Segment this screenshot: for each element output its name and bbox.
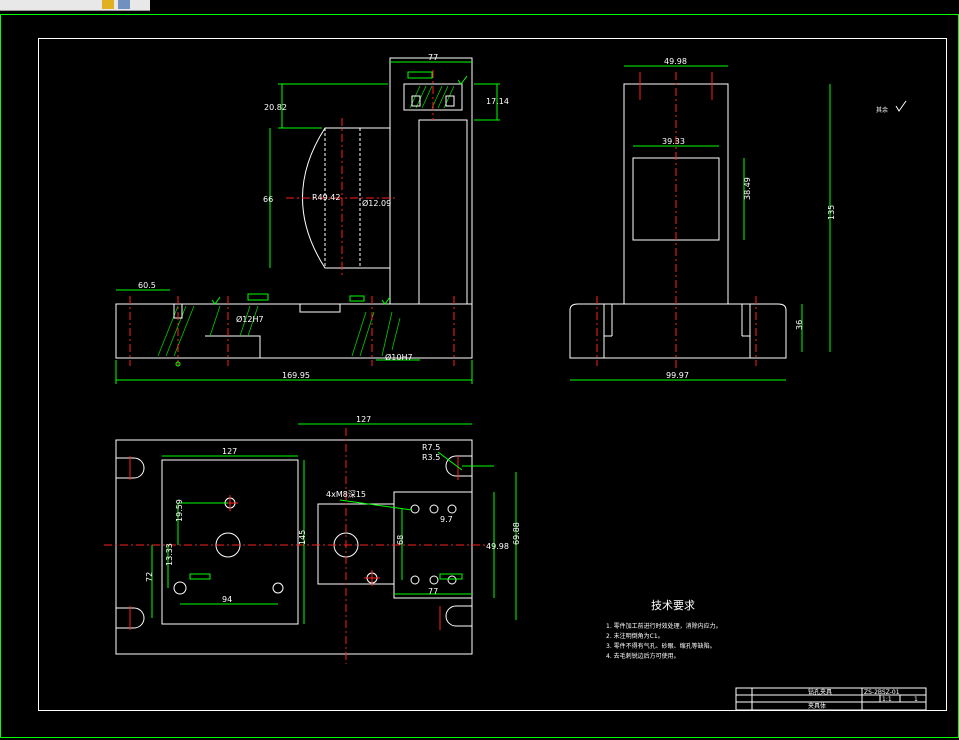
- tech-req-title: 技术要求: [651, 599, 695, 612]
- technical-requirements: 技术要求 1. 零件加工前进行时效处理，消除内应力。 2. 未注明倒角为C1。 …: [606, 599, 722, 660]
- dim-side-base-width: 99.97: [666, 371, 689, 380]
- title-block-sheet: 1: [914, 696, 918, 703]
- dim-top-hole-spacing: 9.7: [440, 515, 453, 524]
- dim-top-plate-height: 68: [396, 535, 405, 545]
- top-center-block: [317, 503, 395, 585]
- side-base: [569, 303, 787, 359]
- title-block: 钻孔夹具 ZS-2BSZ-01 夹具体 1:1 1: [735, 687, 927, 711]
- cad-drawing-canvas[interactable]: 77 20.82 17.14 66 R49.42 Ø12.09 60.5 Ø12…: [0, 0, 959, 740]
- dim-top-right: 69.88: [512, 522, 521, 545]
- dim-top-y2: 13.33: [165, 543, 174, 566]
- front-base: [115, 303, 473, 359]
- roughness-note: 其余: [876, 106, 888, 114]
- dim-top-y1: 19.59: [175, 499, 184, 522]
- tech-req-item: 3. 零件不得有气孔、砂眼、缩孔等缺陷。: [606, 642, 716, 650]
- front-view: 77 20.82 17.14 66 R49.42 Ø12.09 60.5 Ø12…: [115, 53, 509, 384]
- dim-side-inner-height: 38.49: [743, 177, 752, 200]
- dim-top-y3: 72: [145, 572, 154, 582]
- side-view: 49.98 39.33 38.49 135 36 99.97: [569, 57, 836, 381]
- dim-top-length: 127: [356, 415, 371, 424]
- dim-top-thread: 4xM8深15: [326, 490, 366, 499]
- dim-side-base-height: 36: [795, 320, 804, 330]
- tech-req-item: 4. 去毛刺锐边后方可使用。: [606, 652, 680, 660]
- roughness-symbol-icon: [895, 100, 907, 112]
- top-view: 127 127 R7.5 R3.5 4xM8深15 9.7 19.59 13.3…: [104, 415, 521, 664]
- dim-front-body-height: 66: [263, 195, 273, 204]
- dim-side-inner-width: 39.33: [662, 137, 685, 146]
- dim-top-r1: R7.5: [422, 443, 440, 452]
- dim-front-right-height: 17.14: [486, 97, 509, 106]
- dim-top-inner-length: 127: [222, 447, 237, 456]
- title-block-scale: 1:1: [882, 696, 892, 703]
- dim-top-plate-width: 49.98: [486, 542, 509, 551]
- dim-top-r2: R3.5: [422, 453, 440, 462]
- dim-front-top-width: 77: [428, 53, 438, 62]
- dim-side-top-width: 49.98: [664, 57, 687, 66]
- inner-frame: [38, 38, 947, 711]
- dim-top-width: 145: [298, 530, 307, 545]
- front-post-inner: [418, 119, 468, 305]
- dim-front-head-height: 20.82: [264, 103, 287, 112]
- title-block-drawing-no: ZS-2BSZ-01: [864, 689, 900, 696]
- dim-front-bottom-hole: Ø10H7: [385, 352, 413, 362]
- dim-front-radius: R49.42: [312, 193, 340, 202]
- dim-top-plate-len: 77: [428, 587, 438, 596]
- tech-req-item: 1. 零件加工前进行时效处理，消除内应力。: [606, 622, 722, 630]
- title-block-name: 钻孔夹具: [808, 688, 832, 696]
- dim-front-left-flange: 60.5: [138, 281, 156, 290]
- dim-front-total-width: 169.95: [282, 371, 310, 380]
- dim-front-pin-fit: Ø12H7: [236, 314, 264, 324]
- outer-frame: [0, 14, 959, 738]
- front-post-outline: [389, 57, 473, 305]
- dim-front-bore: Ø12.09: [362, 198, 391, 208]
- dim-top-x1: 94: [222, 595, 232, 604]
- tech-req-item: 2. 未注明倒角为C1。: [606, 632, 664, 640]
- dim-side-total-height: 135: [827, 205, 836, 220]
- title-block-part-name: 夹具体: [808, 702, 826, 710]
